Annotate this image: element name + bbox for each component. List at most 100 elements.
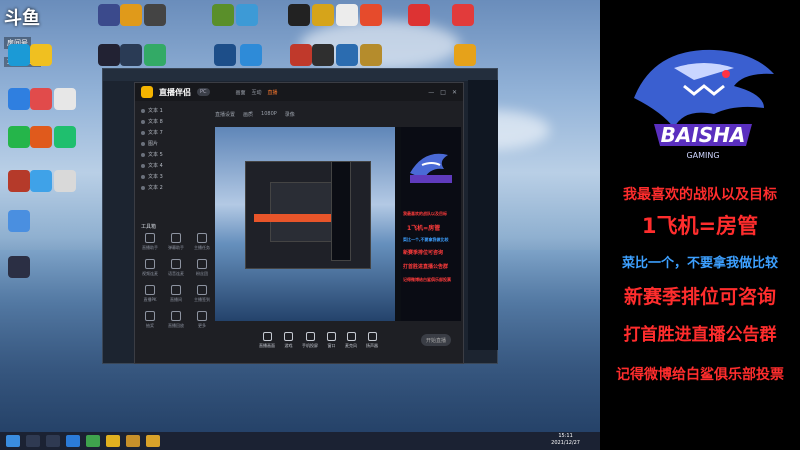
microphone-button[interactable]: 麦克风 [345, 331, 357, 349]
tab-scene[interactable]: 画面 [236, 89, 246, 96]
scene-item[interactable]: 文本 5 [137, 149, 203, 160]
app-icon[interactable] [454, 44, 476, 66]
overlay-line: 记得微博给白鲨俱乐部投票 [616, 367, 784, 383]
tab-live[interactable]: 直播 [268, 89, 278, 96]
app-icon[interactable] [120, 44, 142, 66]
app-icon[interactable] [214, 44, 236, 66]
app-icon[interactable] [54, 126, 76, 148]
game-source-button[interactable]: 游戏 [284, 331, 293, 349]
app-icon[interactable] [144, 4, 166, 26]
scene-item[interactable]: 文本 4 [137, 160, 203, 171]
app-icon[interactable] [240, 44, 262, 66]
close-icon[interactable]: ✕ [452, 89, 457, 96]
app-icon[interactable] [30, 170, 52, 192]
tool-item[interactable]: 主播任务 [191, 233, 213, 251]
app-icon[interactable] [236, 4, 258, 26]
background-window-panel [468, 80, 498, 350]
app-icon[interactable] [30, 126, 52, 148]
tool-icon [171, 285, 181, 295]
app-icon[interactable] [8, 170, 30, 192]
app-icon[interactable] [30, 88, 52, 110]
eye-icon[interactable] [141, 119, 145, 124]
tool-item[interactable]: 弹幕助手 [165, 233, 187, 251]
app-icon[interactable] [336, 44, 358, 66]
app-icon[interactable] [30, 44, 52, 66]
eye-icon[interactable] [141, 152, 145, 157]
stream-preview[interactable]: 我最喜欢的战队以及目标 1飞机=房管 菜比一个,不要拿我做比较 新赛季排位可咨询… [215, 127, 461, 321]
tool-icon [145, 285, 155, 295]
app-icon[interactable] [8, 88, 30, 110]
folder-icon[interactable] [106, 435, 120, 447]
app-icon[interactable] [98, 4, 120, 26]
tool-item[interactable]: 视频连麦 [139, 259, 161, 277]
tab-interact[interactable]: 互动 [252, 89, 262, 96]
app-icon[interactable] [8, 44, 30, 66]
app-icon[interactable] [360, 4, 382, 26]
app-icon[interactable] [98, 44, 120, 66]
tool-item[interactable]: 直播间 [165, 285, 187, 303]
preview-text: 菜比一个,不要拿我做比较 [403, 237, 449, 242]
app-icon[interactable] [290, 44, 312, 66]
app-icon[interactable] [312, 44, 334, 66]
live-settings[interactable]: 直播设置 [215, 111, 235, 118]
app-icon[interactable] [8, 126, 30, 148]
overlay-line: 新赛季排位可咨询 [623, 286, 776, 308]
app-icon[interactable] [126, 435, 140, 447]
start-live-button[interactable]: 开始直播 [421, 334, 451, 346]
window-titlebar[interactable] [103, 69, 497, 81]
tool-item[interactable]: 更多 [191, 311, 213, 329]
scene-item[interactable]: 文本 1 [137, 105, 203, 116]
app-icon[interactable] [8, 210, 30, 232]
app-icon[interactable] [54, 170, 76, 192]
app-icon[interactable] [288, 4, 310, 26]
nested-preview-window [245, 161, 371, 269]
eye-icon[interactable] [141, 130, 145, 135]
store-icon[interactable] [86, 435, 100, 447]
edge-icon[interactable] [66, 435, 80, 447]
eye-icon[interactable] [141, 163, 145, 168]
scene-item[interactable]: 文本 2 [137, 182, 203, 193]
minimize-icon[interactable]: — [428, 89, 434, 96]
app-icon[interactable] [408, 4, 430, 26]
search-icon[interactable] [26, 435, 40, 447]
eye-icon[interactable] [141, 185, 145, 190]
scene-item[interactable]: 文本 3 [137, 171, 203, 182]
tool-item[interactable]: 直播PK [139, 285, 161, 303]
app-icon[interactable] [360, 44, 382, 66]
record-button[interactable]: 录像 [285, 111, 295, 118]
tool-item[interactable]: 抽奖 [139, 311, 161, 329]
app-icon[interactable] [146, 435, 160, 447]
app-icon[interactable] [212, 4, 234, 26]
tool-icon [145, 233, 155, 243]
window-source-button[interactable]: 窗口 [327, 331, 336, 349]
stream-app-titlebar[interactable]: 直播伴侣 PC 画面 互动 直播 — □ ✕ [135, 83, 463, 101]
tool-icon [197, 285, 207, 295]
app-icon[interactable] [452, 4, 474, 26]
eye-icon[interactable] [141, 141, 145, 146]
app-icon[interactable] [8, 256, 30, 278]
eye-icon[interactable] [141, 108, 145, 113]
tool-item[interactable]: 粉丝团 [191, 259, 213, 277]
task-view-icon[interactable] [46, 435, 60, 447]
scene-item[interactable]: 图片 [137, 138, 203, 149]
app-icon[interactable] [120, 4, 142, 26]
tool-item[interactable]: 直播助手 [139, 233, 161, 251]
app-icon[interactable] [54, 88, 76, 110]
scene-item[interactable]: 文本 7 [137, 127, 203, 138]
eye-icon[interactable] [141, 174, 145, 179]
start-icon[interactable] [6, 435, 20, 447]
tool-item[interactable]: 语音连麦 [165, 259, 187, 277]
scene-item[interactable]: 文本 8 [137, 116, 203, 127]
clock[interactable]: 15:11 2021/12/27 [551, 433, 580, 447]
quality-value[interactable]: 1080P [261, 111, 277, 118]
tool-item[interactable]: 主播签到 [191, 285, 213, 303]
phone-cast-button[interactable]: 手机投屏 [302, 331, 318, 349]
tool-item[interactable]: 直播回放 [165, 311, 187, 329]
speaker-button[interactable]: 扬声器 [366, 331, 378, 349]
screen-source-button[interactable]: 直播画面 [259, 331, 275, 349]
app-icon[interactable] [312, 4, 334, 26]
stream-assistant-window[interactable]: 直播伴侣 PC 画面 互动 直播 — □ ✕ 直播设置 画质 1080P 录像 … [134, 82, 464, 364]
app-icon[interactable] [144, 44, 166, 66]
app-icon[interactable] [336, 4, 358, 26]
maximize-icon[interactable]: □ [440, 89, 446, 96]
